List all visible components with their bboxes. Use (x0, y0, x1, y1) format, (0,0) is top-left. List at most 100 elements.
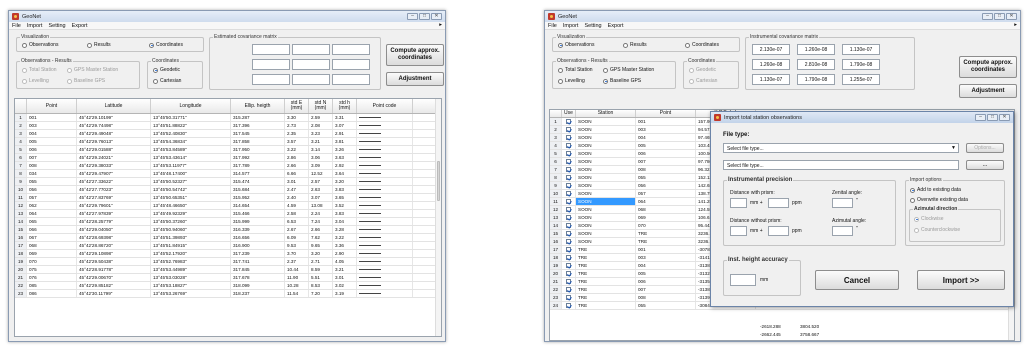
use-checkbox[interactable] (566, 207, 571, 212)
table-cell[interactable]: 2.47 (285, 186, 309, 193)
table-cell[interactable]: 003 (636, 126, 696, 133)
table-cell[interactable]: 8.59 (309, 266, 333, 273)
table-cell[interactable]: 3.21 (333, 266, 357, 273)
table-cell[interactable]: 317.396 (231, 122, 285, 129)
cov-cell[interactable]: 1.790e-08 (797, 74, 835, 85)
table-cell[interactable]: SOON (576, 222, 636, 229)
table-cell[interactable]: TRE (576, 270, 636, 277)
table-cell[interactable]: 13°45'51.84915" (151, 242, 231, 249)
table-cell[interactable]: SOON (576, 238, 636, 245)
table-cell[interactable]: 003 (636, 254, 696, 261)
table-cell[interactable]: 068 (27, 242, 77, 249)
table-cell[interactable]: 3.52 (333, 202, 357, 209)
table-cell[interactable]: 066 (27, 226, 77, 233)
table-cell[interactable]: 45°42'28.86720" (77, 242, 151, 249)
table-row[interactable]: 21 076 45°42'29.00670" 13°45'53.03028" 317.6… (15, 274, 441, 282)
use-cell[interactable] (562, 190, 576, 197)
table-cell[interactable]: 2.59 (309, 114, 333, 121)
table-cell[interactable]: 056 (636, 182, 696, 189)
table-cell[interactable]: 6.53 (285, 218, 309, 225)
table-cell[interactable]: 316.900 (231, 242, 285, 249)
table-cell[interactable]: 317.545 (231, 130, 285, 137)
use-checkbox[interactable] (566, 167, 571, 172)
table-cell[interactable]: 45°42'28.91778" (77, 266, 151, 273)
zenital-angle-input[interactable] (832, 198, 853, 208)
use-checkbox[interactable] (566, 199, 571, 204)
use-checkbox[interactable] (566, 231, 571, 236)
use-checkbox[interactable] (566, 271, 571, 276)
no-prism-mm-input[interactable] (730, 226, 747, 236)
menu-overflow-icon[interactable]: ▸ (439, 22, 442, 28)
table-row[interactable]: 10 056 45°42'27.77023" 13°45'50.54742" 315.6… (15, 186, 441, 194)
file-type-select[interactable]: Select file type... ▼ (723, 143, 959, 153)
table-cell[interactable]: 45°42'27.83769" (77, 194, 151, 201)
table-cell[interactable]: 45°42'29.04050" (77, 226, 151, 233)
table-cell[interactable]: 13°45'50.52327" (151, 178, 231, 185)
table-cell[interactable]: 2.57 (309, 178, 333, 185)
point-code-cell[interactable] (357, 258, 413, 265)
col-longitude[interactable]: Longitude (151, 99, 231, 113)
point-code-cell[interactable] (357, 234, 413, 241)
table-cell[interactable]: 13°45'48.46650" (151, 202, 231, 209)
table-row[interactable]: 4 005 45°42'29.76013" 13°45'54.36834" 317.85… (15, 138, 441, 146)
table-cell[interactable]: 005 (636, 270, 696, 277)
table-cell[interactable]: 3.20 (333, 178, 357, 185)
radio-observations[interactable]: Observations (558, 42, 594, 48)
use-checkbox[interactable] (566, 263, 571, 268)
table-cell[interactable]: 2.66 (285, 162, 309, 169)
table-cell[interactable]: 2.91 (333, 130, 357, 137)
cancel-button[interactable]: Cancel (815, 270, 899, 290)
table-cell[interactable]: 13°45'53.44989" (151, 266, 231, 273)
table-cell[interactable]: 317.992 (231, 154, 285, 161)
table-cell[interactable]: 055 (636, 302, 696, 309)
table-cell[interactable]: 3.36 (333, 242, 357, 249)
use-cell[interactable] (562, 270, 576, 277)
use-cell[interactable] (562, 206, 576, 213)
table-cell[interactable]: TRE (576, 278, 636, 285)
use-cell[interactable] (562, 142, 576, 149)
radio-overwrite-existing[interactable]: Overwrite existing data (910, 197, 968, 203)
radio-gps-master-station[interactable]: GPS Master Station (67, 67, 118, 73)
table-cell[interactable]: 315.474 (231, 178, 285, 185)
table-cell[interactable]: 3.19 (333, 290, 357, 297)
table-cell[interactable]: 45°42'29.50438" (77, 258, 151, 265)
col-point-code[interactable]: Point code (357, 99, 413, 113)
table-cell[interactable]: 3.01 (333, 274, 357, 281)
col-ellip-height[interactable]: Ellip. heigth (231, 99, 285, 113)
table-cell[interactable]: 314.654 (231, 202, 285, 209)
point-code-cell[interactable] (357, 290, 413, 297)
point-code-cell[interactable] (357, 170, 413, 177)
col-latitude[interactable]: Latitude (77, 99, 151, 113)
table-cell[interactable]: 45°42'29.47907" (77, 170, 151, 177)
table-cell[interactable]: 006 (27, 146, 77, 153)
table-cell[interactable]: 2.08 (309, 122, 333, 129)
point-code-cell[interactable] (357, 250, 413, 257)
table-cell[interactable]: TRE (636, 238, 696, 245)
table-cell[interactable]: 9.65 (309, 242, 333, 249)
table-cell[interactable]: 13°45'53.18827" (151, 282, 231, 289)
table-cell[interactable]: 3.14 (309, 146, 333, 153)
point-code-cell[interactable] (357, 162, 413, 169)
maximize-icon[interactable]: □ (419, 13, 430, 20)
menu-export[interactable]: Export (608, 23, 624, 29)
table-cell[interactable]: 316.656 (231, 234, 285, 241)
radio-cartesian[interactable]: Cartesian (689, 78, 717, 84)
use-checkbox[interactable] (566, 159, 571, 164)
table-row[interactable]: 23 086 45°42'30.11799" 13°45'53.26769" 318.2… (15, 290, 441, 298)
table-cell[interactable]: 034 (27, 170, 77, 177)
table-cell[interactable]: 070 (27, 258, 77, 265)
table-cell[interactable]: SOON (576, 198, 636, 205)
table-cell[interactable]: 3.57 (285, 138, 309, 145)
table-cell[interactable]: 10.28 (285, 282, 309, 289)
radio-coordinates[interactable]: Coordinates (149, 42, 183, 48)
table-cell[interactable]: TRE (576, 302, 636, 309)
table-cell[interactable]: TRE (576, 262, 636, 269)
radio-levelling[interactable]: Levelling (22, 78, 49, 84)
table-cell[interactable]: 3.01 (285, 178, 309, 185)
maximize-icon[interactable]: □ (994, 13, 1005, 20)
table-cell[interactable]: TRE (576, 286, 636, 293)
table-cell[interactable]: 13°45'51.39893" (151, 234, 231, 241)
cov-cell[interactable]: 1.130e-07 (842, 44, 880, 55)
radio-baseline-gps[interactable]: Baseline GPS (603, 78, 641, 84)
table-cell[interactable]: 2.73 (285, 122, 309, 129)
